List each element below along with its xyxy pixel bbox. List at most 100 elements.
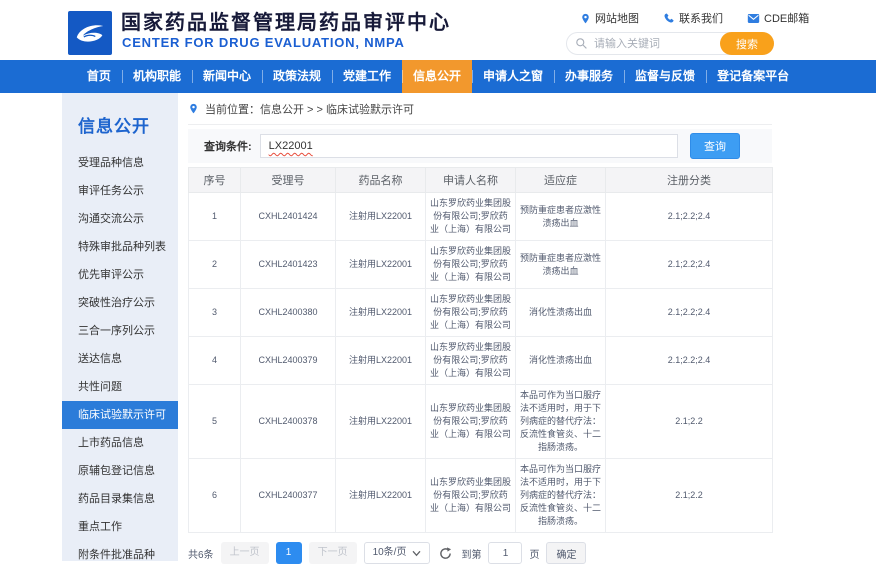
query-input[interactable]: LX22001 — [260, 134, 678, 158]
cell-applicant: 山东罗欣药业集团股份有限公司;罗欣药业（上海）有限公司 — [426, 241, 516, 289]
header-quick-links: 网站地图 联系我们 CDE邮箱 — [580, 10, 809, 26]
sidebar: 信息公开 受理品种信息 审评任务公示 沟通交流公示 特殊审批品种列表 优先审评公… — [62, 93, 178, 561]
query-button[interactable]: 查询 — [690, 133, 740, 159]
quick-link-label: 网站地图 — [595, 10, 639, 26]
cell-acceptance-no: CXHL2401423 — [241, 241, 336, 289]
site-header: 国家药品监督管理局药品审评中心 CENTER FOR DRUG EVALUATI… — [0, 0, 876, 60]
table-row: 2 CXHL2401423 注射用LX22001 山东罗欣药业集团股份有限公司;… — [189, 241, 773, 289]
phone-icon — [663, 12, 675, 24]
cell-drug-name: 注射用LX22001 — [336, 241, 426, 289]
sidebar-item[interactable]: 突破性治疗公示 — [62, 289, 178, 317]
cell-indication: 消化性溃疡出血 — [516, 289, 606, 337]
cell-seq: 1 — [189, 193, 241, 241]
nav-item[interactable]: 新闻中心 — [192, 60, 262, 93]
cell-category: 2.1;2.2;2.4 — [606, 289, 773, 337]
sidebar-item[interactable]: 上市药品信息 — [62, 429, 178, 457]
site-subtitle: CENTER FOR DRUG EVALUATION, NMPA — [122, 35, 405, 50]
cell-acceptance-no: CXHL2401424 — [241, 193, 336, 241]
breadcrumb: 当前位置：信息公开 > > 临床试验默示许可 — [188, 93, 772, 125]
query-label: 查询条件: — [204, 138, 252, 154]
cell-drug-name: 注射用LX22001 — [336, 459, 426, 533]
cde-mail-link[interactable]: CDE邮箱 — [747, 10, 809, 26]
cell-acceptance-no: CXHL2400379 — [241, 337, 336, 385]
sidebar-item[interactable]: 送达信息 — [62, 345, 178, 373]
nav-item[interactable]: 监督与反馈 — [624, 60, 706, 93]
location-pin-icon — [580, 12, 591, 25]
cell-applicant: 山东罗欣药业集团股份有限公司;罗欣药业（上海）有限公司 — [426, 459, 516, 533]
cell-indication: 预防重症患者应激性溃疡出血 — [516, 193, 606, 241]
site-title: 国家药品监督管理局药品审评中心 — [121, 6, 451, 35]
page-size-value: 10条/页 — [373, 543, 407, 563]
cell-seq: 5 — [189, 385, 241, 459]
cell-seq: 3 — [189, 289, 241, 337]
search-button[interactable]: 搜索 — [720, 32, 774, 55]
sidebar-item[interactable]: 药品目录集信息 — [62, 485, 178, 513]
cell-applicant: 山东罗欣药业集团股份有限公司;罗欣药业（上海）有限公司 — [426, 385, 516, 459]
sidebar-item[interactable]: 重点工作 — [62, 513, 178, 541]
nav-item[interactable]: 办事服务 — [554, 60, 624, 93]
cell-category: 2.1;2.2;2.4 — [606, 241, 773, 289]
cell-indication: 本品可作为当口服疗法不适用时，用于下列病症的替代疗法：反流性食管炎、十二指肠溃疡… — [516, 459, 606, 533]
cell-drug-name: 注射用LX22001 — [336, 289, 426, 337]
sidebar-item[interactable]: 原辅包登记信息 — [62, 457, 178, 485]
quick-link-label: CDE邮箱 — [764, 10, 809, 26]
cell-drug-name: 注射用LX22001 — [336, 385, 426, 459]
nav-item[interactable]: 申请人之窗 — [472, 60, 554, 93]
results-table: 序号 受理号 药品名称 申请人名称 适应症 注册分类 1 CXHL2401424 — [188, 167, 773, 533]
nav-item[interactable]: 党建工作 — [332, 60, 402, 93]
sidebar-item[interactable]: 优先审评公示 — [62, 261, 178, 289]
cell-category: 2.1;2.2 — [606, 385, 773, 459]
cell-category: 2.1;2.2 — [606, 459, 773, 533]
nav-item[interactable]: 登记备案平台 — [706, 60, 800, 93]
sidebar-item[interactable]: 附条件批准品种 — [62, 541, 178, 569]
sidebar-title: 信息公开 — [62, 93, 178, 145]
refresh-icon[interactable] — [439, 547, 452, 560]
sidebar-item[interactable]: 受理品种信息 — [62, 149, 178, 177]
cell-applicant: 山东罗欣药业集团股份有限公司;罗欣药业（上海）有限公司 — [426, 193, 516, 241]
site-search: 搜索 — [566, 32, 774, 55]
sidebar-item[interactable]: 沟通交流公示 — [62, 205, 178, 233]
breadcrumb-text: 当前位置：信息公开 > > 临床试验默示许可 — [205, 101, 414, 117]
cde-logo[interactable] — [68, 11, 112, 55]
main-content: 当前位置：信息公开 > > 临床试验默示许可 查询条件: LX22001 查询 … — [188, 93, 772, 564]
cell-drug-name: 注射用LX22001 — [336, 337, 426, 385]
logo-swoosh-icon — [72, 18, 108, 48]
table-header-cell: 申请人名称 — [426, 168, 516, 193]
cell-acceptance-no: CXHL2400378 — [241, 385, 336, 459]
contact-link[interactable]: 联系我们 — [663, 10, 723, 26]
cell-category: 2.1;2.2;2.4 — [606, 193, 773, 241]
table-row: 1 CXHL2401424 注射用LX22001 山东罗欣药业集团股份有限公司;… — [189, 193, 773, 241]
table-row: 4 CXHL2400379 注射用LX22001 山东罗欣药业集团股份有限公司;… — [189, 337, 773, 385]
cell-indication: 预防重症患者应激性溃疡出血 — [516, 241, 606, 289]
nav-item[interactable]: 信息公开 — [402, 60, 472, 93]
location-pin-icon — [188, 102, 199, 115]
total-count: 共6条 — [188, 546, 214, 561]
cell-indication: 消化性溃疡出血 — [516, 337, 606, 385]
query-panel: 查询条件: LX22001 查询 — [188, 129, 772, 163]
cell-drug-name: 注射用LX22001 — [336, 193, 426, 241]
sidebar-item[interactable]: 临床试验默示许可 — [62, 401, 178, 429]
nav-item[interactable]: 首页 — [76, 60, 122, 93]
sidebar-item[interactable]: 共性问题 — [62, 373, 178, 401]
query-value: LX22001 — [269, 140, 313, 152]
chevron-down-icon — [412, 550, 421, 557]
table-body: 1 CXHL2401424 注射用LX22001 山东罗欣药业集团股份有限公司;… — [189, 193, 773, 533]
table-header-cell: 注册分类 — [606, 168, 773, 193]
sidebar-item[interactable]: 特殊审批品种列表 — [62, 233, 178, 261]
table-row: 5 CXHL2400378 注射用LX22001 山东罗欣药业集团股份有限公司;… — [189, 385, 773, 459]
nav-item[interactable]: 机构职能 — [122, 60, 192, 93]
cell-acceptance-no: CXHL2400380 — [241, 289, 336, 337]
refresh-arrow-icon — [439, 547, 452, 560]
cell-indication: 本品可作为当口服疗法不适用时，用于下列病症的替代疗法：反流性食管炎、十二指肠溃疡… — [516, 385, 606, 459]
cell-category: 2.1;2.2;2.4 — [606, 337, 773, 385]
sidebar-item[interactable]: 审评任务公示 — [62, 177, 178, 205]
cell-acceptance-no: CXHL2400377 — [241, 459, 336, 533]
table-header-row: 序号 受理号 药品名称 申请人名称 适应症 注册分类 — [189, 168, 773, 193]
sitemap-link[interactable]: 网站地图 — [580, 10, 639, 26]
table-row: 3 CXHL2400380 注射用LX22001 山东罗欣药业集团股份有限公司;… — [189, 289, 773, 337]
quick-link-label: 联系我们 — [679, 10, 723, 26]
cell-seq: 4 — [189, 337, 241, 385]
nav-item[interactable]: 政策法规 — [262, 60, 332, 93]
sidebar-item[interactable]: 三合一序列公示 — [62, 317, 178, 345]
cell-seq: 2 — [189, 241, 241, 289]
